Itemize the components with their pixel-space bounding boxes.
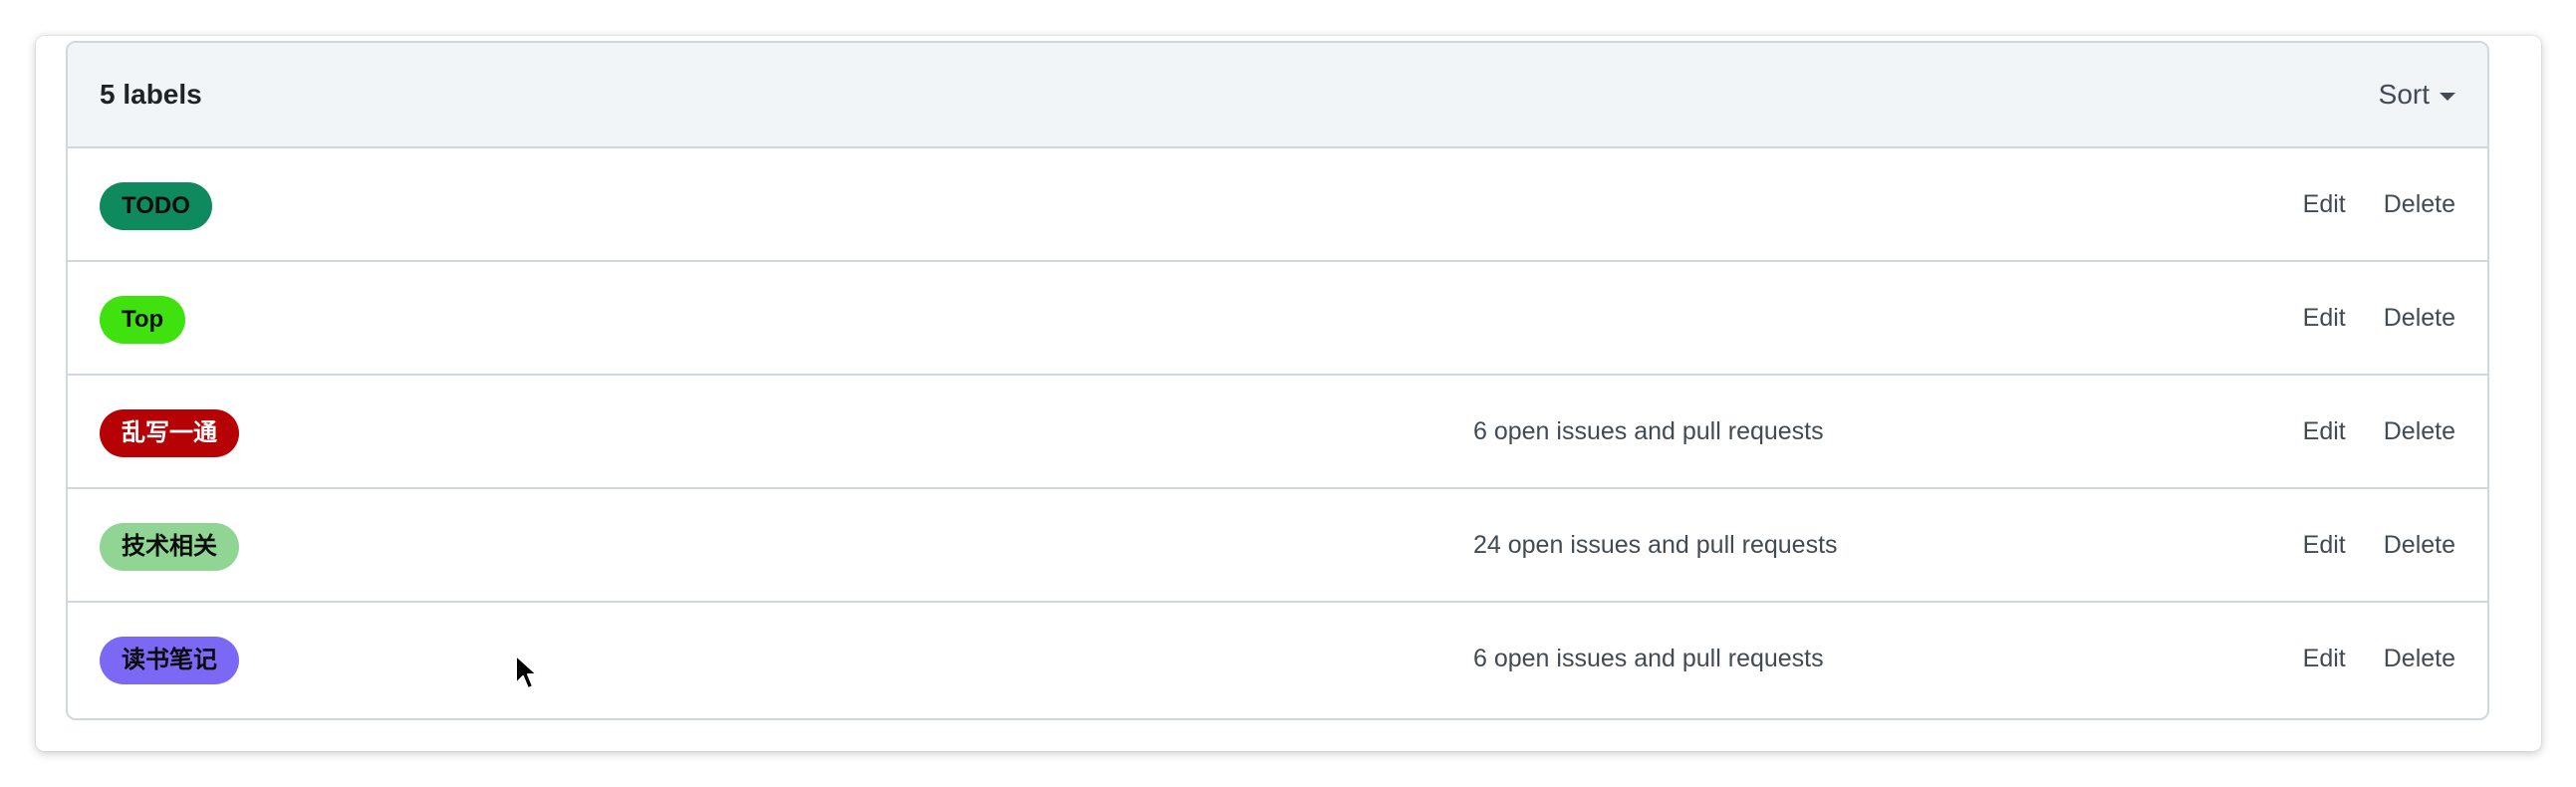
mouse-cursor-icon [515, 655, 538, 689]
labels-panel: 5 labels Sort TODO Edit Delete Top Edit … [66, 41, 2489, 720]
open-issues-link[interactable]: 6 open issues and pull requests [1473, 603, 1824, 714]
row-actions: Edit Delete [2303, 148, 2455, 260]
edit-button[interactable]: Edit [2303, 417, 2346, 446]
label-pill[interactable]: 技术相关 [100, 523, 239, 571]
sort-dropdown-button[interactable]: Sort [2379, 79, 2455, 111]
row-actions: Edit Delete [2303, 376, 2455, 487]
app-window: 5 labels Sort TODO Edit Delete Top Edit … [36, 36, 2541, 751]
row-actions: Edit Delete [2303, 603, 2455, 714]
delete-button[interactable]: Delete [2384, 190, 2455, 219]
label-row: 乱写一通 6 open issues and pull requests Edi… [68, 376, 2487, 489]
edit-button[interactable]: Edit [2303, 304, 2346, 333]
label-row: 技术相关 24 open issues and pull requests Ed… [68, 489, 2487, 603]
label-row: 读书笔记 6 open issues and pull requests Edi… [68, 603, 2487, 716]
open-issues-link[interactable]: 24 open issues and pull requests [1473, 489, 1838, 601]
label-pill[interactable]: 读书笔记 [100, 637, 239, 684]
caret-down-icon [2440, 93, 2455, 101]
label-pill[interactable]: TODO [100, 182, 212, 230]
delete-button[interactable]: Delete [2384, 531, 2455, 560]
sort-label: Sort [2378, 79, 2430, 110]
label-row: TODO Edit Delete [68, 148, 2487, 262]
open-issues-link[interactable]: 6 open issues and pull requests [1473, 376, 1824, 487]
edit-button[interactable]: Edit [2303, 645, 2346, 673]
delete-button[interactable]: Delete [2384, 304, 2455, 333]
edit-button[interactable]: Edit [2303, 190, 2346, 219]
label-count: 5 labels [100, 79, 202, 110]
delete-button[interactable]: Delete [2384, 645, 2455, 673]
delete-button[interactable]: Delete [2384, 417, 2455, 446]
label-row: Top Edit Delete [68, 262, 2487, 376]
edit-button[interactable]: Edit [2303, 531, 2346, 560]
labels-header: 5 labels Sort [68, 43, 2487, 148]
row-actions: Edit Delete [2303, 262, 2455, 374]
label-pill[interactable]: 乱写一通 [100, 409, 239, 457]
row-actions: Edit Delete [2303, 489, 2455, 601]
label-pill[interactable]: Top [100, 296, 186, 344]
